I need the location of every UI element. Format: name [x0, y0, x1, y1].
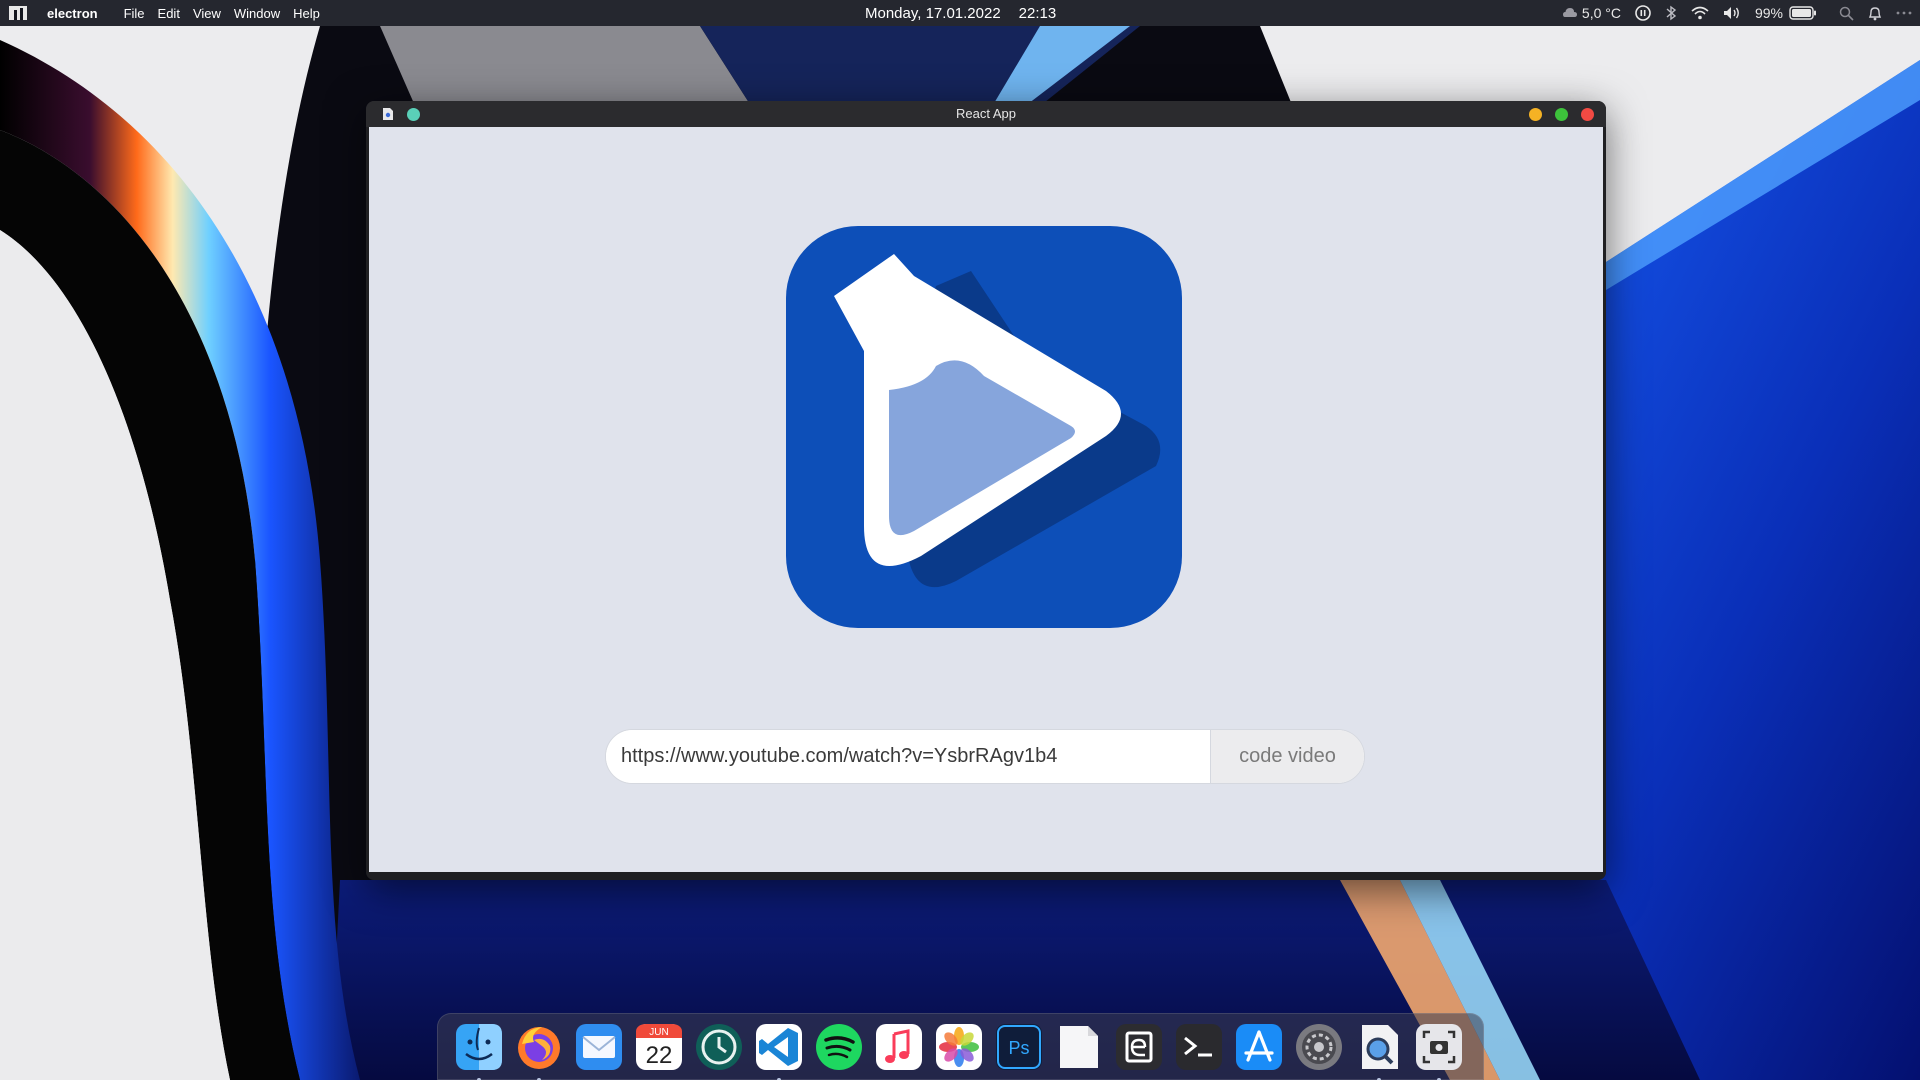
wifi-status[interactable]: [1691, 6, 1709, 20]
video-url-input[interactable]: [606, 730, 1210, 783]
dock-item-system-preferences[interactable]: [1294, 1022, 1344, 1072]
dock-item-electron-e[interactable]: [1114, 1022, 1164, 1072]
dock-item-photos[interactable]: [934, 1022, 984, 1072]
calendar-icon: JUN 22: [636, 1023, 682, 1070]
menubar-date: Monday, 17.01.2022: [865, 4, 1001, 22]
window-controls: [1516, 108, 1594, 121]
battery-percent: 99%: [1754, 5, 1783, 21]
more-menu-button[interactable]: [1896, 10, 1912, 16]
spotify-icon: [816, 1023, 862, 1070]
dock-item-mail[interactable]: [574, 1022, 624, 1072]
menubar-clock[interactable]: Monday, 17.01.2022 22:13: [865, 0, 1074, 26]
dock-item-photoshop[interactable]: Ps: [994, 1022, 1044, 1072]
apple-menu-icon[interactable]: [7, 4, 29, 22]
dock-item-screenshot[interactable]: [1414, 1022, 1464, 1080]
video-url-form: code video: [605, 729, 1365, 784]
system-preferences-icon: [1296, 1023, 1342, 1070]
dock-item-app-store[interactable]: [1234, 1022, 1284, 1072]
wifi-icon: [1691, 6, 1709, 20]
maximize-button[interactable]: [1555, 108, 1568, 121]
dock: JUN 22 Ps: [437, 1013, 1484, 1080]
speaker-icon: [1723, 7, 1739, 19]
dock-item-preview[interactable]: [1354, 1022, 1404, 1080]
dock-item-calendar[interactable]: JUN 22: [634, 1022, 684, 1072]
bluetooth-icon: [1666, 5, 1677, 21]
bluetooth-status[interactable]: [1665, 5, 1677, 21]
music-icon: [876, 1023, 922, 1070]
vscode-icon: [756, 1023, 802, 1070]
weather-widget[interactable]: 5,0 °C: [1562, 5, 1621, 21]
finder-icon: [456, 1023, 502, 1070]
menu-file[interactable]: File: [124, 6, 145, 21]
weather-temp: 5,0 °C: [1581, 5, 1621, 21]
pause-menu-extra[interactable]: [1635, 5, 1651, 21]
window-titlebar[interactable]: React App: [366, 101, 1606, 127]
dock-item-spotify[interactable]: [814, 1022, 864, 1072]
volume-status[interactable]: [1723, 6, 1741, 20]
firefox-icon: [518, 1026, 560, 1069]
electron-e-icon: [1116, 1023, 1162, 1070]
calendar-month: JUN: [649, 1027, 668, 1038]
photoshop-label: Ps: [1008, 1038, 1029, 1058]
terminal-icon: [1176, 1023, 1222, 1070]
app-store-icon: [1236, 1023, 1282, 1070]
window-title: React App: [956, 106, 1016, 121]
dock-item-firefox[interactable]: [514, 1022, 564, 1080]
pause-circle-icon: [1635, 5, 1651, 21]
time-machine-icon: [696, 1023, 742, 1070]
dock-item-music[interactable]: [874, 1022, 924, 1072]
top-menu-bar: electron File Edit View Window Help Mond…: [0, 0, 1920, 26]
menubar-time: 22:13: [1018, 4, 1057, 22]
app-logo: [786, 226, 1182, 628]
mail-icon: [576, 1023, 622, 1070]
minimize-button[interactable]: [1529, 108, 1542, 121]
blank-document-icon: [1060, 1025, 1098, 1068]
photos-icon: [936, 1023, 982, 1070]
close-button[interactable]: [1581, 108, 1594, 121]
menu-edit[interactable]: Edit: [158, 6, 180, 21]
cloud-icon: [1562, 8, 1577, 17]
photoshop-icon: Ps: [996, 1023, 1042, 1070]
battery-icon: [1789, 6, 1816, 20]
notification-center-button[interactable]: [1868, 6, 1882, 21]
bell-icon: [1868, 6, 1882, 20]
code-video-button[interactable]: code video: [1210, 730, 1364, 783]
dock-item-vscode[interactable]: [754, 1022, 804, 1080]
dock-item-blank-document[interactable]: [1054, 1022, 1104, 1072]
preview-icon: [1362, 1024, 1398, 1069]
battery-status[interactable]: 99%: [1755, 5, 1817, 21]
calendar-day: 22: [646, 1042, 673, 1069]
search-icon: [1839, 6, 1854, 21]
menu-help[interactable]: Help: [293, 6, 320, 21]
menu-view[interactable]: View: [193, 6, 221, 21]
dock-item-time-machine[interactable]: [694, 1022, 744, 1072]
active-app-name[interactable]: electron: [47, 6, 98, 21]
screenshot-icon: [1416, 1023, 1462, 1070]
status-area: 5,0 °C 99%: [1549, 0, 1912, 26]
dock-item-terminal[interactable]: [1174, 1022, 1224, 1072]
menu-window[interactable]: Window: [234, 6, 280, 21]
spotlight-button[interactable]: [1839, 6, 1854, 21]
dock-item-finder[interactable]: [454, 1022, 504, 1080]
ellipsis-icon: [1896, 11, 1912, 15]
